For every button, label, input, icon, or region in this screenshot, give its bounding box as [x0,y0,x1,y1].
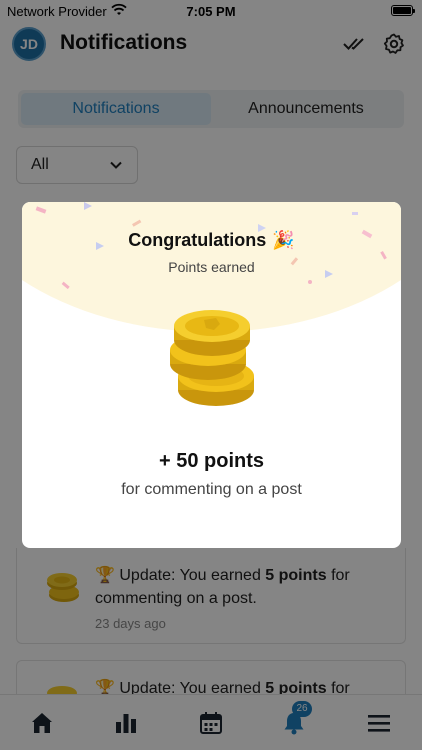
modal-title-text: Congratulations [128,230,267,250]
modal-title: Congratulations 🎉 [22,230,401,251]
points-reason: for commenting on a post [121,481,302,498]
points-amount: + 50 points [158,450,265,472]
coins-icon [170,310,254,406]
modal-subtitle: Points earned [168,259,255,275]
party-popper-icon: 🎉 [272,230,295,250]
points-earned-modal: Congratulations 🎉 Points earned + 50 poin… [22,202,401,548]
